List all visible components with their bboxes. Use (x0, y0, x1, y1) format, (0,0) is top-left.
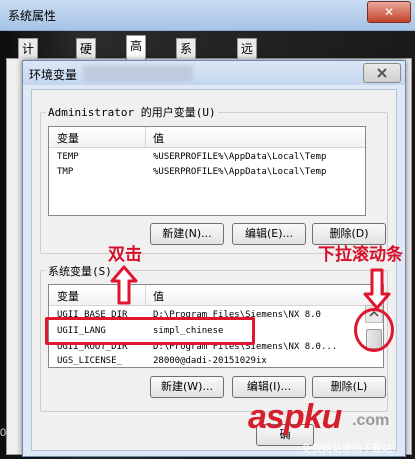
table-row[interactable]: TEMP %USERPROFILE%\AppData\Local\Temp (49, 151, 365, 165)
variable-value: %USERPROFILE%\AppData\Local\Temp (153, 152, 327, 162)
tab-computer-name[interactable]: 计算机名 (18, 38, 39, 116)
variable-value: 28000@dadi-20151029ix (153, 356, 267, 366)
tab-advanced[interactable]: 高级 (126, 35, 147, 73)
system-variables-label: 系统变量(S) (46, 263, 114, 279)
system-variables-header: 变量 值 (49, 285, 383, 306)
table-row[interactable]: UGS_LICENSE_ 28000@dadi-20151029ix (49, 355, 383, 367)
variable-value: %USERPROFILE%\AppData\Local\Temp (153, 167, 327, 177)
blurred-area (83, 65, 193, 81)
variable-name: TEMP (57, 152, 79, 162)
environment-variables-title: 环境变量 (29, 68, 78, 82)
table-row[interactable]: TMP %USERPROFILE%\AppData\Local\Temp (49, 166, 365, 180)
variable-name: TMP (57, 167, 74, 177)
ugii-lang-highlight (45, 317, 255, 345)
watermark-dotcom: .com (352, 412, 390, 429)
dialog-content: Administrator 的用户变量(U) 变量 值 TEMP %USERPR… (31, 89, 397, 451)
column-value[interactable]: 值 (153, 288, 164, 304)
system-edit-button[interactable]: 编辑(I)... (232, 376, 306, 398)
user-edit-button[interactable]: 编辑(E)... (232, 223, 306, 245)
drag-scrollbar-annotation: 下拉滚动条 (318, 245, 403, 265)
system-properties-title: 系统属性 (8, 9, 57, 23)
arrow-up-icon (110, 265, 138, 305)
user-new-button[interactable]: 新建(N)... (150, 223, 224, 245)
column-variable[interactable]: 变量 (57, 130, 79, 146)
variable-name: UGS_LICENSE_ (57, 356, 123, 366)
scrollbar-highlight-circle (354, 308, 394, 352)
system-delete-button[interactable]: 删除(L) (312, 376, 386, 398)
tab-remote[interactable]: 远程 (237, 38, 258, 76)
close-icon: ✕ (383, 5, 395, 19)
user-variables-list[interactable]: 变量 值 TEMP %USERPROFILE%\AppData\Local\Te… (48, 126, 366, 216)
user-variables-label: Administrator 的用户变量(U) (46, 104, 218, 120)
dialog-close-button[interactable] (363, 63, 401, 83)
column-value[interactable]: 值 (153, 130, 164, 146)
close-icon (377, 68, 387, 78)
column-variable[interactable]: 变量 (57, 288, 79, 304)
environment-variables-titlebar: 环境变量 (23, 61, 405, 85)
tab-system-protection[interactable]: 系统保护 (176, 38, 197, 116)
arrow-down-icon (363, 268, 391, 310)
system-new-button[interactable]: 新建(W)... (150, 376, 224, 398)
tab-hardware[interactable]: 硬件 (76, 38, 97, 76)
close-button[interactable]: ✕ (367, 1, 411, 23)
watermark-brand: aspku (248, 398, 342, 436)
double-click-annotation: 双击 (108, 245, 142, 265)
system-properties-titlebar: 系统属性 ✕ (0, 0, 415, 31)
watermark-tagline: 免费网站源码下载站! (302, 444, 395, 455)
user-variables-header: 变量 值 (49, 127, 365, 148)
